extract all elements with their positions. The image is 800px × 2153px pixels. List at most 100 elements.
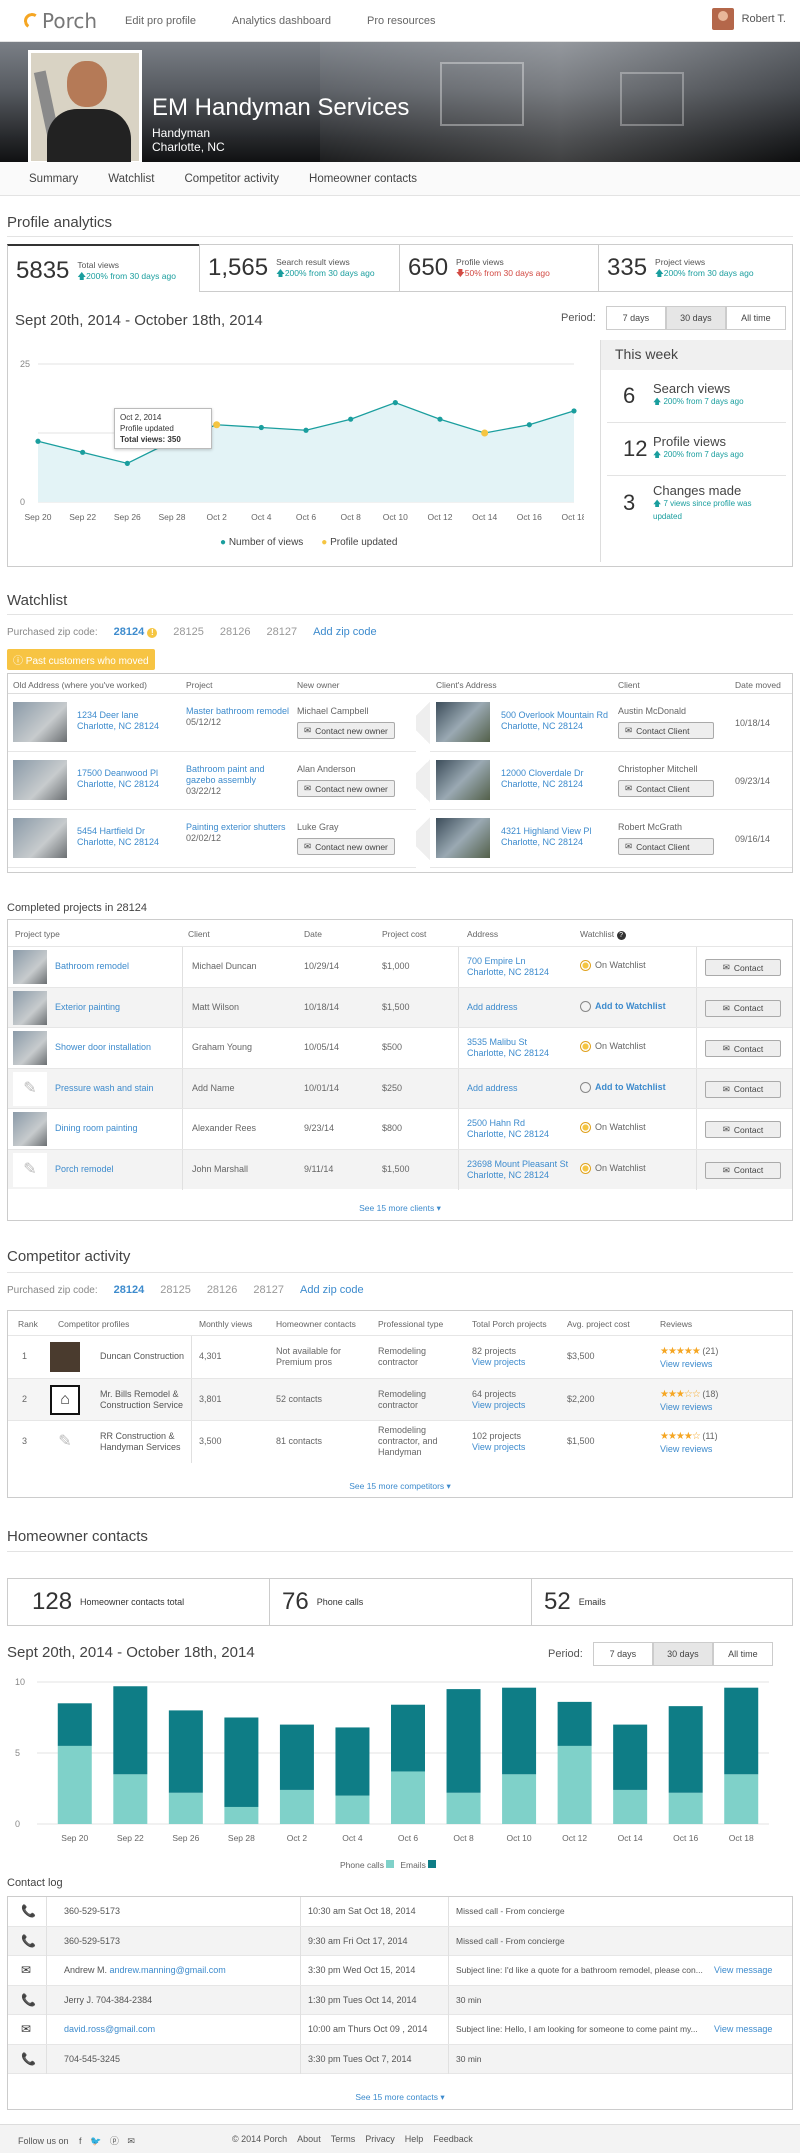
- add-zip-code-link[interactable]: Add zip code: [313, 626, 377, 638]
- watchlist-status[interactable]: On Watchlist: [580, 960, 646, 972]
- footer-terms[interactable]: Terms: [331, 2134, 356, 2144]
- add-name-link[interactable]: Add Name: [192, 1083, 235, 1093]
- zip-28124[interactable]: 28124 !: [114, 626, 158, 638]
- watchlist-status[interactable]: On Watchlist: [580, 1122, 646, 1134]
- zip-28125[interactable]: 28125: [173, 626, 204, 638]
- stat-profile-views[interactable]: 650 Profile views 🡇50% from 30 days ago: [399, 244, 599, 292]
- footer-privacy[interactable]: Privacy: [365, 2134, 395, 2144]
- period-30-days[interactable]: 30 days: [665, 306, 726, 330]
- view-reviews-link[interactable]: View reviews: [660, 1443, 718, 1455]
- add-to-watchlist-button[interactable]: Add to Watchlist: [580, 1082, 666, 1093]
- project-type-link[interactable]: Dining room painting: [55, 1123, 138, 1133]
- period-all-time[interactable]: All time: [712, 1642, 773, 1666]
- footer-feedback[interactable]: Feedback: [433, 2134, 473, 2144]
- watchlist-status[interactable]: On Watchlist: [580, 1163, 646, 1174]
- past-customers-tag[interactable]: ⓘ Past customers who moved: [7, 649, 155, 670]
- new-address-link[interactable]: 500 Overlook Mountain Rd Charlotte, NC 28…: [501, 710, 608, 732]
- tab-homeowner-contacts[interactable]: Homeowner contacts: [309, 173, 417, 185]
- project-link[interactable]: Master bathroom remodel 05/12/12: [186, 706, 296, 728]
- add-to-watchlist-button[interactable]: Add to Watchlist: [580, 1001, 666, 1012]
- new-address-link[interactable]: 12000 Cloverdale Dr Charlotte, NC 28124: [501, 768, 584, 790]
- period-7-days[interactable]: 7 days: [605, 306, 666, 330]
- address-link[interactable]: 2500 Hahn Rd Charlotte, NC 28124: [467, 1118, 549, 1140]
- email-link[interactable]: andrew.manning@gmail.com: [110, 1965, 226, 1975]
- twitter-icon[interactable]: 🐦: [90, 2136, 101, 2146]
- project-type-link[interactable]: Pressure wash and stain: [55, 1083, 154, 1093]
- email-icon[interactable]: ✉: [127, 2136, 135, 2146]
- watchlist-status[interactable]: On Watchlist: [580, 1041, 646, 1053]
- stat-total-views[interactable]: 5835 Total views 🡅200% from 30 days ago: [7, 244, 200, 296]
- facebook-icon[interactable]: f: [79, 2136, 82, 2146]
- zip-28124[interactable]: 28124: [114, 1284, 145, 1296]
- help-icon[interactable]: ?: [616, 931, 626, 940]
- view-projects-link[interactable]: View projects: [472, 1357, 525, 1368]
- phone-calls-bar: [613, 1789, 648, 1824]
- project-type-link[interactable]: Porch remodel: [55, 1164, 114, 1174]
- address-link[interactable]: Add address: [467, 1002, 518, 1013]
- nav-pro-resources[interactable]: Pro resources: [367, 15, 435, 27]
- tab-competitor-activity[interactable]: Competitor activity: [184, 173, 279, 185]
- view-projects-link[interactable]: View projects: [472, 1400, 525, 1411]
- contact-client-button[interactable]: ✉ Contact Client: [618, 722, 714, 739]
- address-link[interactable]: 23698 Mount Pleasant St Charlotte, NC 281…: [467, 1159, 568, 1181]
- tab-summary[interactable]: Summary: [29, 173, 78, 185]
- project-link[interactable]: Painting exterior shutters 02/02/12: [186, 822, 296, 844]
- view-message-link[interactable]: View message: [714, 1965, 772, 1975]
- view-message-link[interactable]: View message: [714, 2024, 772, 2034]
- new-address-link[interactable]: 4321 Highland View Pl Charlotte, NC 28124: [501, 826, 591, 848]
- stat-project-views[interactable]: 335 Project views 🡅200% from 30 days ago: [598, 244, 793, 292]
- project-type-link[interactable]: Bathroom remodel: [55, 961, 129, 971]
- contact-button[interactable]: ✉ Contact: [705, 1080, 781, 1098]
- see-more-competitors-link[interactable]: See 15 more competitors ▾: [8, 1481, 792, 1492]
- client-name: Michael Duncan: [192, 961, 257, 971]
- period-all-time[interactable]: All time: [725, 306, 786, 330]
- user-menu[interactable]: Robert T.: [711, 8, 786, 30]
- view-reviews-link[interactable]: View reviews: [660, 1358, 718, 1370]
- stat-search-result-views[interactable]: 1,565 Search result views 🡅200% from 30 d…: [199, 244, 400, 292]
- contact-new-owner-button[interactable]: ✉ Contact new owner: [297, 838, 395, 855]
- view-projects-link[interactable]: View projects: [472, 1442, 525, 1453]
- address-link[interactable]: 3535 Malibu St Charlotte, NC 28124: [467, 1037, 549, 1059]
- contact-new-owner-button[interactable]: ✉ Contact new owner: [297, 780, 395, 797]
- contact-button[interactable]: ✉ Contact: [705, 1121, 781, 1138]
- old-home-photo: [13, 702, 67, 742]
- address-link[interactable]: Add address: [467, 1083, 518, 1094]
- porch-logo[interactable]: Porch: [22, 9, 97, 33]
- pinterest-icon[interactable]: ⓟ: [110, 2136, 119, 2146]
- nav-analytics-dashboard[interactable]: Analytics dashboard: [232, 15, 331, 27]
- old-address-link[interactable]: 17500 Deanwood Pl Charlotte, NC 28124: [77, 768, 159, 790]
- tab-watchlist[interactable]: Watchlist: [108, 173, 154, 185]
- project-type-link[interactable]: Exterior painting: [55, 1002, 120, 1012]
- footer-about[interactable]: About: [297, 2134, 321, 2144]
- period-7-days[interactable]: 7 days: [592, 1642, 653, 1666]
- contact-client-button[interactable]: ✉ Contact Client: [618, 838, 714, 855]
- nav-edit-profile[interactable]: Edit pro profile: [125, 15, 196, 27]
- watchlist-checked-icon: [580, 1122, 591, 1134]
- competitor-name[interactable]: Mr. Bills Remodel & Construction Service: [100, 1389, 183, 1411]
- see-more-clients-link[interactable]: See 15 more clients ▾: [8, 1203, 792, 1214]
- competitor-name[interactable]: Duncan Construction: [100, 1351, 184, 1362]
- email-link[interactable]: david.ross@gmail.com: [64, 2024, 155, 2034]
- contact-button[interactable]: ✉ Contact: [705, 1040, 781, 1057]
- see-more-contacts-link[interactable]: See 15 more contacts ▾: [8, 2092, 792, 2103]
- contact-new-owner-button[interactable]: ✉ Contact new owner: [297, 722, 395, 739]
- old-address-link[interactable]: 5454 Hartfield Dr Charlotte, NC 28124: [77, 826, 159, 848]
- project-link[interactable]: Bathroom paint and gazebo assembly 03/22/…: [186, 764, 296, 797]
- address-link[interactable]: 700 Empire Ln Charlotte, NC 28124: [467, 956, 549, 978]
- contact-client-button[interactable]: ✉ Contact Client: [618, 780, 714, 797]
- zip-28126[interactable]: 28126: [220, 626, 251, 638]
- add-zip-code-link[interactable]: Add zip code: [300, 1284, 364, 1296]
- zip-28127[interactable]: 28127: [253, 1284, 284, 1296]
- contact-button[interactable]: ✉ Contact: [705, 959, 781, 976]
- project-type-link[interactable]: Shower door installation: [55, 1042, 151, 1052]
- contact-button[interactable]: ✉ Contact: [705, 999, 781, 1017]
- contact-button[interactable]: ✉ Contact: [705, 1161, 781, 1179]
- competitor-name[interactable]: RR Construction & Handyman Services: [100, 1431, 181, 1453]
- footer-help[interactable]: Help: [405, 2134, 424, 2144]
- old-address-link[interactable]: 1234 Deer lane Charlotte, NC 28124: [77, 710, 159, 732]
- zip-28127[interactable]: 28127: [266, 626, 297, 638]
- zip-28126[interactable]: 28126: [207, 1284, 238, 1296]
- view-reviews-link[interactable]: View reviews: [660, 1401, 718, 1413]
- period-30-days[interactable]: 30 days: [652, 1642, 713, 1666]
- zip-28125[interactable]: 28125: [160, 1284, 191, 1296]
